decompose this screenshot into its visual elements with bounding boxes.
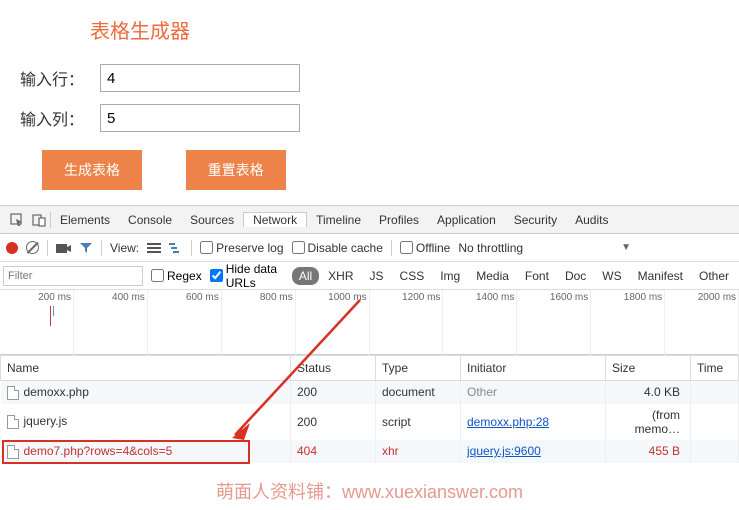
offline-check[interactable]: Offline	[400, 241, 450, 255]
filter-type-js[interactable]: JS	[363, 267, 391, 285]
timeline-tick: 200 ms	[0, 290, 74, 355]
record-icon[interactable]	[6, 242, 18, 254]
view-large-icon[interactable]	[169, 242, 183, 254]
app-title: 表格生成器	[90, 15, 729, 44]
col-size[interactable]: Size	[606, 356, 691, 381]
view-label: View:	[110, 241, 139, 255]
tab-network[interactable]: Network	[243, 212, 307, 227]
timeline-tick: 600 ms	[148, 290, 222, 355]
view-list-icon[interactable]	[147, 242, 161, 254]
tab-profiles[interactable]: Profiles	[370, 213, 428, 227]
timeline-tick: 1600 ms	[517, 290, 591, 355]
regex-check[interactable]: Regex	[151, 269, 202, 283]
initiator-link[interactable]: demoxx.php:28	[467, 415, 549, 429]
device-icon[interactable]	[32, 213, 46, 227]
devtools-tabs: ElementsConsoleSourcesNetworkTimelinePro…	[0, 206, 739, 234]
col-name[interactable]: Name	[1, 356, 291, 381]
network-toolbar: View: Preserve log Disable cache Offline…	[0, 234, 739, 262]
tab-security[interactable]: Security	[505, 213, 566, 227]
file-icon	[7, 415, 19, 429]
filter-type-css[interactable]: CSS	[393, 267, 432, 285]
inspect-icon[interactable]	[10, 213, 24, 227]
col-time[interactable]: Time	[691, 356, 739, 381]
preserve-log-check[interactable]: Preserve log	[200, 241, 283, 255]
timeline-marker	[53, 306, 54, 316]
network-table: Name Status Type Initiator Size Time dem…	[0, 355, 739, 463]
camera-icon[interactable]	[56, 242, 71, 254]
clear-icon[interactable]	[26, 241, 39, 254]
filter-row: Regex Hide data URLs AllXHRJSCSSImgMedia…	[0, 262, 739, 290]
table-row[interactable]: demo7.php?rows=4&cols=5404xhrjquery.js:9…	[1, 440, 739, 463]
timeline-marker	[50, 306, 51, 326]
timeline-tick: 2000 ms	[665, 290, 739, 355]
timeline-tick: 1200 ms	[370, 290, 444, 355]
timeline-tick: 1000 ms	[296, 290, 370, 355]
chevron-down-icon: ▼	[621, 242, 631, 253]
col-initiator[interactable]: Initiator	[461, 356, 606, 381]
filter-icon[interactable]	[79, 242, 93, 254]
initiator-link[interactable]: jquery.js:9600	[467, 444, 541, 458]
timeline-tick: 400 ms	[74, 290, 148, 355]
table-row[interactable]: demoxx.php200documentOther4.0 KB	[1, 381, 739, 404]
col-type[interactable]: Type	[376, 356, 461, 381]
filter-type-font[interactable]: Font	[518, 267, 556, 285]
filter-type-all[interactable]: All	[292, 267, 319, 285]
generate-button[interactable]: 生成表格	[42, 150, 142, 190]
tab-timeline[interactable]: Timeline	[307, 213, 370, 227]
tab-audits[interactable]: Audits	[566, 213, 617, 227]
tab-sources[interactable]: Sources	[181, 213, 243, 227]
rows-input[interactable]	[100, 64, 300, 92]
cols-input[interactable]	[100, 104, 300, 132]
tab-application[interactable]: Application	[428, 213, 505, 227]
filter-input[interactable]	[3, 266, 143, 286]
separator	[101, 240, 102, 256]
timeline-overview[interactable]: 200 ms400 ms600 ms800 ms1000 ms1200 ms14…	[0, 290, 739, 355]
rows-label: 输入行：	[20, 66, 100, 90]
filter-type-ws[interactable]: WS	[595, 267, 628, 285]
reset-button[interactable]: 重置表格	[186, 150, 286, 190]
file-icon	[7, 445, 19, 459]
cols-label: 输入列：	[20, 106, 100, 130]
timeline-tick: 800 ms	[222, 290, 296, 355]
watermark-text: 萌面人资料铺：www.xuexianswer.com	[0, 478, 739, 504]
filter-type-img[interactable]: Img	[433, 267, 467, 285]
col-status[interactable]: Status	[291, 356, 376, 381]
disable-cache-check[interactable]: Disable cache	[292, 241, 383, 255]
filter-type-other[interactable]: Other	[692, 267, 736, 285]
filter-type-doc[interactable]: Doc	[558, 267, 593, 285]
separator	[191, 240, 192, 256]
timeline-tick: 1800 ms	[591, 290, 665, 355]
throttling-select[interactable]: No throttling ▼	[458, 241, 631, 255]
separator	[47, 240, 48, 256]
filter-type-xhr[interactable]: XHR	[321, 267, 360, 285]
file-icon	[7, 386, 19, 400]
hide-data-check[interactable]: Hide data URLs	[210, 262, 284, 290]
filter-type-media[interactable]: Media	[469, 267, 516, 285]
filter-type-manifest[interactable]: Manifest	[631, 267, 690, 285]
tab-console[interactable]: Console	[119, 213, 181, 227]
separator	[391, 240, 392, 256]
table-row[interactable]: jquery.js200scriptdemoxx.php:28(from mem…	[1, 404, 739, 440]
tab-elements[interactable]: Elements	[51, 213, 119, 227]
timeline-tick: 1400 ms	[443, 290, 517, 355]
